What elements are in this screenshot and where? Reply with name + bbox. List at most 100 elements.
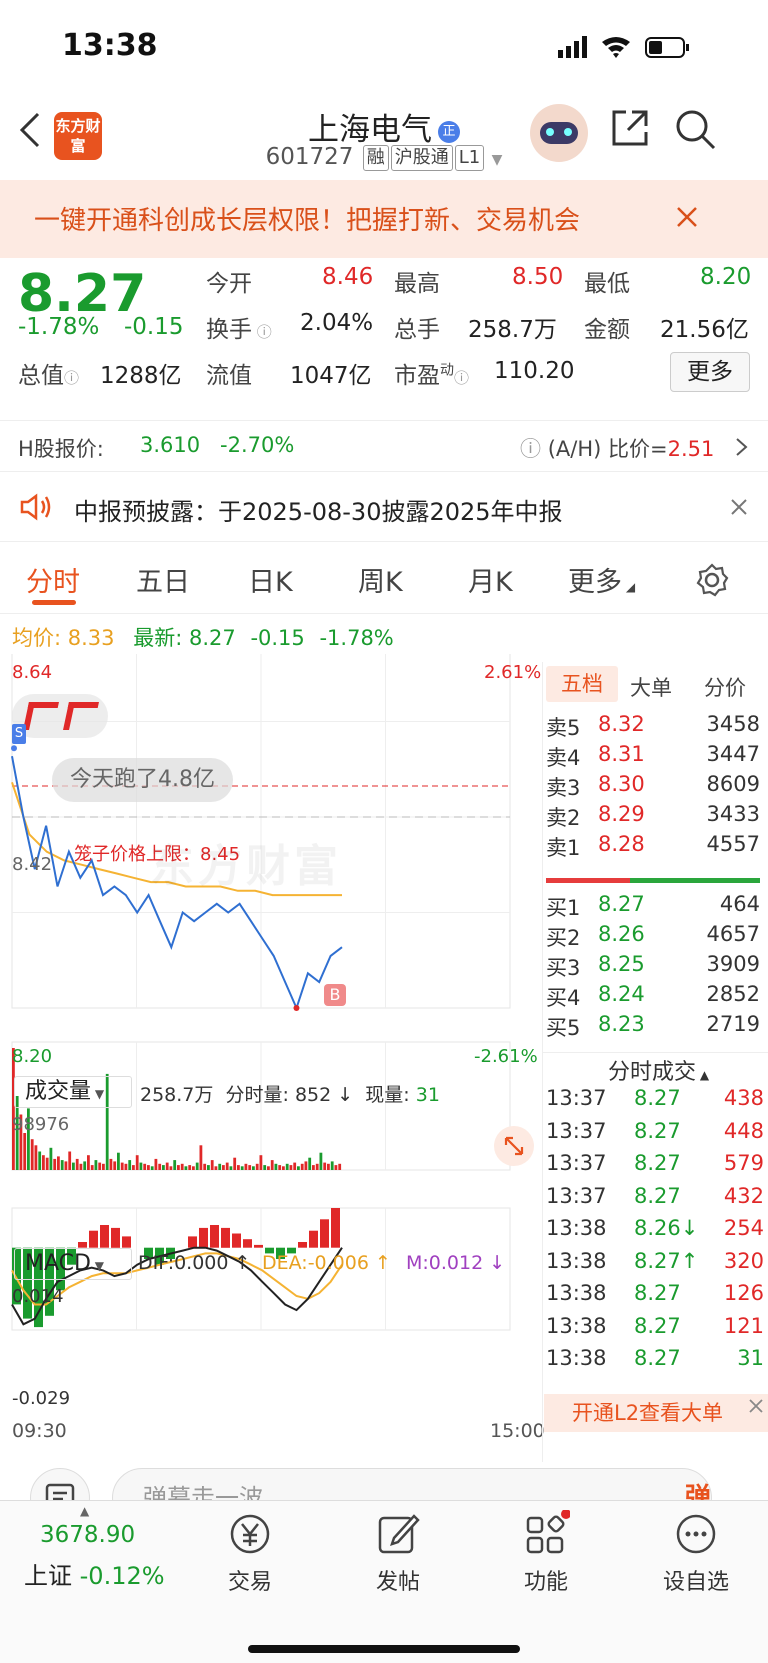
status-bar: 13:38 — [0, 0, 768, 100]
volume-bar — [143, 1163, 147, 1170]
volume-bar — [165, 1162, 169, 1170]
index-value[interactable]: 3678.90 — [40, 1522, 135, 1548]
limit-up-badge[interactable] — [12, 694, 108, 738]
nav-add-watchlist[interactable]: 设自选 — [648, 1510, 744, 1596]
index-line[interactable]: 上证 -0.12% — [24, 1556, 165, 1591]
info-icon[interactable]: ⓘ — [64, 369, 79, 387]
promo-banner[interactable]: 一键开通科创成长层权限！把握打新、交易机会 — [0, 180, 768, 258]
tab-monthly-k[interactable]: 月K — [468, 560, 513, 599]
volume-bar — [150, 1166, 154, 1170]
y-max-label: 8.64 — [12, 662, 53, 683]
volume-bar — [188, 1165, 192, 1170]
l2-upsell-button[interactable]: 开通L2查看大单 — [544, 1394, 768, 1432]
tab-intraday[interactable]: 分时 — [26, 560, 80, 599]
volume-bar — [282, 1166, 285, 1170]
tag-margin: 融 — [362, 144, 389, 171]
level-volume: 2852 — [706, 982, 760, 1006]
tab-five-level[interactable]: 五档 — [546, 666, 618, 702]
macd-bar — [199, 1227, 208, 1248]
stock-header: 东方财富 上海电气正 601727 融沪股通 L1 ▼ — [0, 100, 768, 180]
gear-icon[interactable] — [694, 562, 730, 598]
level-label: 买1 — [546, 896, 581, 920]
level-volume: 3458 — [706, 712, 760, 736]
money-flow-bubble[interactable]: 今天跑了4.8亿 — [52, 758, 233, 802]
volume-bar — [169, 1166, 173, 1170]
volume-bar — [315, 1163, 319, 1170]
chevron-down-icon[interactable]: ▼ — [492, 152, 503, 168]
notice-bar[interactable]: 中报预披露：于2025-08-30披露2025年中报 — [0, 472, 768, 542]
nav-functions[interactable]: 功能 — [506, 1509, 586, 1596]
macd-dif: DIF:0.000 ↑ — [138, 1252, 251, 1274]
volume-bar — [60, 1160, 64, 1170]
indicator-selector[interactable]: MACD ▼ — [14, 1248, 132, 1280]
level-volume: 3909 — [706, 952, 760, 976]
buy-marker[interactable]: B — [324, 984, 346, 1006]
trade-price: 8.27 — [634, 1183, 681, 1208]
macd-bar — [111, 1227, 120, 1248]
volume-bar — [173, 1160, 177, 1170]
expand-icon[interactable] — [494, 1126, 534, 1166]
level-price: 8.29 — [598, 802, 645, 826]
trades-title[interactable]: 分时成交 ▲ — [608, 1054, 709, 1086]
speaker-icon — [20, 493, 51, 521]
last-change: -0.15 — [250, 626, 305, 650]
volume-bar — [308, 1157, 312, 1170]
level-label: 卖3 — [546, 776, 581, 800]
volume-bar — [297, 1166, 300, 1170]
volume-bar — [267, 1166, 270, 1170]
volume-bar — [113, 1161, 117, 1170]
volume-bar — [240, 1166, 244, 1170]
trade-row: 13:37 8.27 438 — [546, 1086, 764, 1120]
volume-bar — [252, 1166, 255, 1170]
help-icon[interactable]: ⓘ — [520, 437, 548, 461]
macd-bar — [320, 1219, 329, 1248]
volume-bar — [117, 1152, 120, 1170]
volume-bar — [195, 1162, 199, 1170]
volume-selector[interactable]: 成交量 ▼ — [14, 1076, 132, 1108]
volume-bar — [233, 1157, 237, 1170]
h-share-row[interactable]: H股报价: 3.610 -2.70% ⓘ (A/H) 比价=2.51 — [0, 420, 768, 472]
robot-avatar-icon[interactable] — [530, 104, 588, 162]
tab-five-day[interactable]: 五日 — [136, 560, 190, 599]
trade-time: 13:37 — [546, 1118, 607, 1143]
close-icon[interactable] — [730, 498, 748, 516]
tab-price-dist[interactable]: 分价 — [704, 672, 746, 702]
trade-time: 13:38 — [546, 1281, 607, 1305]
info-icon[interactable]: ⓘ — [252, 323, 272, 341]
ask-bar — [546, 878, 630, 883]
level-label: 卖4 — [546, 746, 581, 770]
level-price: 8.32 — [598, 712, 645, 736]
volume-bar — [158, 1163, 162, 1170]
last-price: 8.27 — [188, 626, 236, 650]
chevron-right-icon[interactable] — [735, 437, 749, 457]
nav-trade[interactable]: 交易 — [210, 1510, 290, 1596]
tab-more[interactable]: 更多 ◢ — [568, 560, 635, 599]
volume-bar — [57, 1156, 60, 1170]
share-icon[interactable] — [610, 108, 650, 148]
macd-bar — [298, 1242, 307, 1248]
close-icon[interactable] — [748, 1398, 764, 1414]
tab-big-order[interactable]: 大单 — [630, 672, 672, 702]
more-button[interactable]: 更多 — [670, 352, 750, 392]
search-icon[interactable] — [674, 108, 716, 150]
level-price: 8.23 — [598, 1012, 645, 1036]
level-price: 8.25 — [598, 952, 645, 976]
high-label: 最高 — [394, 271, 440, 297]
info-icon[interactable]: ⓘ — [454, 369, 469, 387]
high-value: 8.50 — [512, 264, 564, 290]
close-icon[interactable] — [676, 206, 698, 228]
trade-row: 13:38 8.26↓ 254 — [546, 1216, 764, 1250]
nav-post[interactable]: 发帖 — [358, 1510, 438, 1596]
sell-marker[interactable]: S — [12, 724, 26, 744]
time-end: 15:00 — [490, 1420, 545, 1442]
tab-weekly-k[interactable]: 周K — [358, 560, 403, 599]
home-indicator — [248, 1645, 520, 1653]
volume-bar — [334, 1165, 338, 1170]
trade-row: 13:38 8.27 121 — [546, 1314, 764, 1348]
macd-bar — [78, 1242, 87, 1248]
tab-daily-k[interactable]: 日K — [248, 560, 293, 599]
trade-volume: 579 — [723, 1151, 764, 1175]
volume-bar — [214, 1166, 218, 1170]
macd-bar — [221, 1227, 230, 1248]
volume-bar — [289, 1165, 293, 1170]
